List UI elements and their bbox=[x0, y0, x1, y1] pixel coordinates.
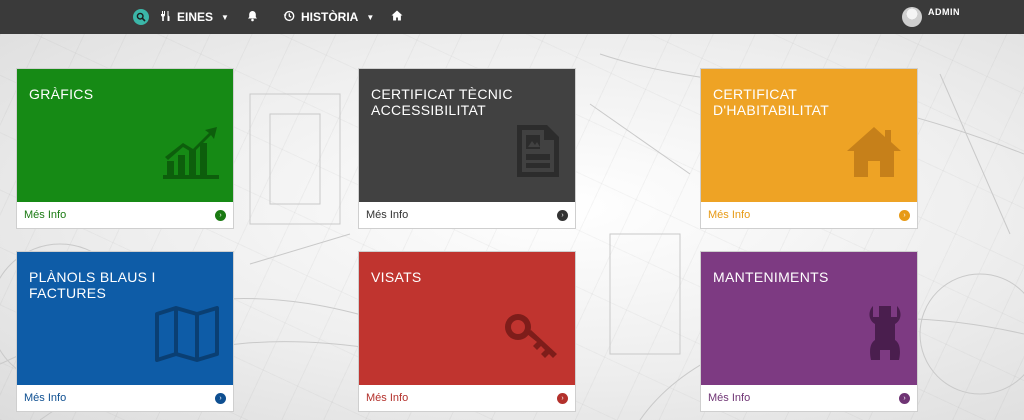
tile-title: MANTENIMENTS bbox=[713, 269, 829, 285]
tile-certificat-tecnic: CERTIFICAT TÈCNIC ACCESSIBILITAT Més Inf… bbox=[358, 68, 576, 229]
user-menu[interactable]: ADMIN bbox=[902, 0, 960, 34]
more-info-link[interactable]: Més Info › bbox=[17, 202, 233, 228]
tile-title: VISATS bbox=[371, 269, 422, 285]
logo[interactable] bbox=[133, 0, 149, 34]
tile-title: PLÀNOLS BLAUS I FACTURES bbox=[29, 269, 156, 301]
tile-title: CERTIFICAT D'HABITABILITAT bbox=[713, 86, 830, 118]
wrench-icon bbox=[867, 304, 903, 365]
more-info-link[interactable]: Més Info › bbox=[701, 385, 917, 411]
home-icon bbox=[391, 10, 403, 24]
key-icon bbox=[503, 312, 561, 365]
more-info-label: Més Info bbox=[24, 209, 67, 221]
document-image-icon bbox=[515, 123, 561, 182]
tile-manteniments: MANTENIMENTS Més Info › bbox=[700, 251, 918, 412]
chevron-down-icon: ▼ bbox=[366, 12, 375, 22]
more-info-label: Més Info bbox=[366, 209, 409, 221]
top-navbar: EINES ▼ HISTÒRIA ▼ ADMIN bbox=[0, 0, 1024, 34]
search-globe-icon bbox=[133, 9, 149, 25]
map-icon bbox=[155, 306, 219, 365]
more-info-label: Més Info bbox=[366, 392, 409, 404]
more-info-label: Més Info bbox=[708, 392, 751, 404]
bell-icon bbox=[247, 10, 258, 25]
chevron-right-icon: › bbox=[215, 392, 226, 404]
more-info-link[interactable]: Més Info › bbox=[359, 385, 575, 411]
tile-header[interactable]: PLÀNOLS BLAUS I FACTURES bbox=[17, 252, 233, 385]
tile-grafics: GRÀFICS Més Info › bbox=[16, 68, 234, 229]
tools-icon bbox=[159, 10, 171, 25]
avatar bbox=[902, 7, 922, 27]
tile-title: GRÀFICS bbox=[29, 86, 94, 102]
more-info-label: Més Info bbox=[24, 392, 67, 404]
tile-header[interactable]: CERTIFICAT TÈCNIC ACCESSIBILITAT bbox=[359, 69, 575, 202]
tools-menu-label: EINES bbox=[177, 10, 214, 24]
history-menu-label: HISTÒRIA bbox=[301, 10, 359, 24]
chevron-right-icon: › bbox=[557, 392, 568, 404]
user-name: ADMIN bbox=[928, 7, 960, 17]
chevron-right-icon: › bbox=[215, 209, 226, 221]
history-icon bbox=[283, 10, 295, 25]
more-info-link[interactable]: Més Info › bbox=[701, 202, 917, 228]
history-menu[interactable]: HISTÒRIA ▼ bbox=[283, 0, 374, 34]
tile-header[interactable]: GRÀFICS bbox=[17, 69, 233, 202]
tile-planols-blaus: PLÀNOLS BLAUS I FACTURES Més Info › bbox=[16, 251, 234, 412]
bar-chart-icon bbox=[163, 125, 219, 182]
tile-header[interactable]: VISATS bbox=[359, 252, 575, 385]
more-info-label: Més Info bbox=[708, 209, 751, 221]
tile-header[interactable]: CERTIFICAT D'HABITABILITAT bbox=[701, 69, 917, 202]
chevron-down-icon: ▼ bbox=[221, 12, 229, 22]
notifications-button[interactable] bbox=[247, 0, 258, 34]
more-info-link[interactable]: Més Info › bbox=[359, 202, 575, 228]
tile-visats: VISATS Més Info › bbox=[358, 251, 576, 412]
chevron-right-icon: › bbox=[899, 392, 910, 404]
tile-header[interactable]: MANTENIMENTS bbox=[701, 252, 917, 385]
tools-menu[interactable]: EINES ▼ bbox=[159, 0, 229, 34]
chevron-right-icon: › bbox=[899, 209, 910, 221]
chevron-right-icon: › bbox=[557, 209, 568, 221]
home-button[interactable] bbox=[391, 0, 403, 34]
tile-title: CERTIFICAT TÈCNIC ACCESSIBILITAT bbox=[371, 86, 513, 118]
tile-certificat-habitabilitat: CERTIFICAT D'HABITABILITAT Més Info › bbox=[700, 68, 918, 229]
more-info-link[interactable]: Més Info › bbox=[17, 385, 233, 411]
house-icon bbox=[845, 125, 903, 182]
